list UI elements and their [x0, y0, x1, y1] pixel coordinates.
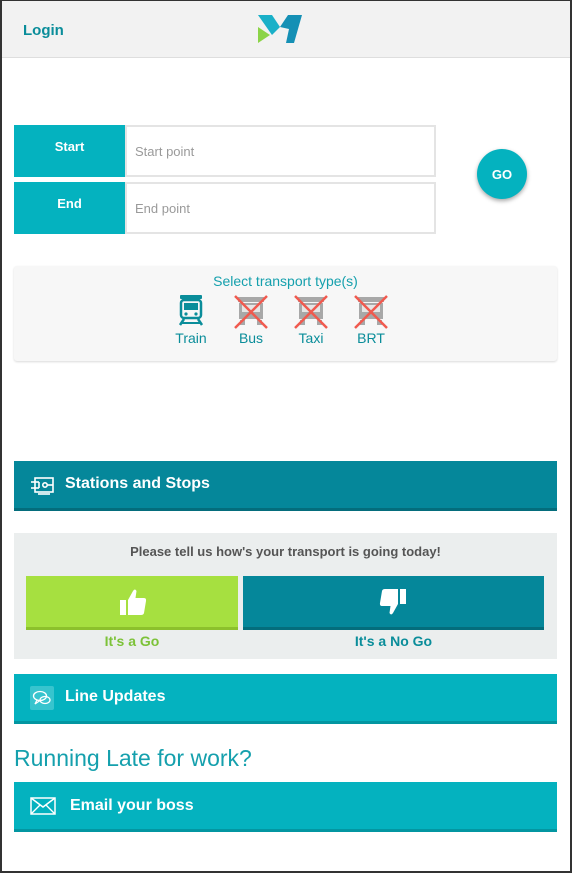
feedback-panel: Please tell us how's your transport is g… — [14, 533, 557, 659]
thumbs-up-icon — [120, 589, 147, 615]
its-a-go-caption: It's a Go — [104, 633, 160, 649]
transport-option-train[interactable]: Train — [166, 294, 216, 354]
end-label: End — [14, 182, 125, 234]
thumbs-down-icon — [379, 589, 406, 615]
taxi-icon — [294, 295, 328, 329]
transport-label-train: Train — [175, 330, 207, 346]
transport-type-panel: Select transport type(s) Train Bus Taxi … — [14, 266, 557, 361]
line-updates-button[interactable]: Line Updates — [14, 674, 557, 724]
start-row: Start — [14, 125, 436, 177]
login-link[interactable]: Login — [23, 22, 64, 39]
transport-option-brt[interactable]: BRT — [346, 294, 396, 354]
feedback-question: Please tell us how's your transport is g… — [130, 544, 441, 559]
transport-option-bus[interactable]: Bus — [226, 294, 276, 354]
start-label: Start — [14, 125, 125, 177]
email-your-boss-button[interactable]: Email your boss — [14, 782, 557, 832]
transport-label-taxi: Taxi — [298, 330, 324, 346]
train-icon — [178, 295, 204, 326]
its-a-no-go-caption: It's a No Go — [354, 633, 433, 649]
start-point-input[interactable] — [125, 125, 436, 177]
chat-bubbles-icon — [30, 686, 54, 710]
transport-title: Select transport type(s) — [213, 273, 358, 289]
line-updates-label: Line Updates — [65, 688, 166, 705]
m-logo-icon[interactable] — [258, 13, 302, 45]
bus-icon — [234, 295, 268, 329]
end-point-input[interactable] — [125, 182, 436, 234]
transport-label-brt: BRT — [357, 330, 385, 346]
brt-icon — [354, 295, 388, 329]
go-button[interactable]: GO — [477, 149, 527, 199]
stations-and-stops-button[interactable]: Stations and Stops — [14, 461, 557, 511]
envelope-icon — [30, 797, 56, 815]
header-bar: Login — [0, 0, 572, 58]
stations-and-stops-label: Stations and Stops — [65, 475, 210, 492]
email-your-boss-label: Email your boss — [70, 797, 194, 814]
transport-option-taxi[interactable]: Taxi — [286, 294, 336, 354]
station-icon — [31, 477, 54, 495]
end-row: End — [14, 182, 436, 234]
running-late-heading: Running Late for work? — [14, 745, 252, 771]
transport-label-bus: Bus — [238, 330, 264, 346]
its-a-no-go-button[interactable] — [243, 576, 544, 630]
its-a-go-button[interactable] — [26, 576, 238, 630]
